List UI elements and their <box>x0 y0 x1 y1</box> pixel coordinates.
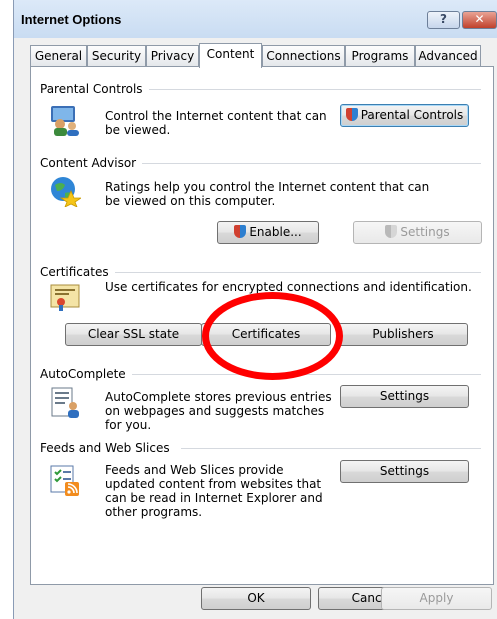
ok-button[interactable]: OK <box>201 587 311 610</box>
group-divider <box>129 374 481 375</box>
feeds-description: Feeds and Web Slices provide updated con… <box>105 463 323 519</box>
tab-security[interactable]: Security <box>87 45 146 67</box>
tab-general[interactable]: General <box>30 45 87 67</box>
uac-shield-icon <box>385 225 398 238</box>
globe-star-icon <box>51 177 81 207</box>
help-button[interactable]: ? <box>427 11 460 29</box>
internet-options-window: Internet Options ? ✕ General Security Pr… <box>13 0 497 619</box>
tab-content[interactable]: Content <box>199 43 262 68</box>
group-divider <box>143 89 481 90</box>
content-advisor-description: Ratings help you control the Internet co… <box>105 180 430 208</box>
feeds-settings-button[interactable]: Settings <box>340 460 469 483</box>
feeds-heading: Feeds and Web Slices <box>40 441 176 455</box>
title-bar: Internet Options ? ✕ <box>14 0 497 38</box>
uac-shield-icon <box>234 225 247 238</box>
parental-controls-heading: Parental Controls <box>40 82 149 96</box>
tab-programs[interactable]: Programs <box>345 45 415 67</box>
tab-advanced[interactable]: Advanced <box>415 45 481 67</box>
parental-controls-button-label: Parental Controls <box>360 108 464 122</box>
tab-privacy[interactable]: Privacy <box>146 45 199 67</box>
content-tab-panel: Parental Controls Control the Internet c… <box>30 66 494 585</box>
apply-button[interactable]: Apply <box>381 587 492 610</box>
feeds-icon <box>50 465 79 496</box>
uac-shield-icon <box>345 108 358 121</box>
enable-button[interactable]: Enable... <box>217 221 319 244</box>
group-divider <box>137 163 481 164</box>
group-divider <box>115 272 481 273</box>
content-advisor-settings-label: Settings <box>400 225 450 239</box>
content-advisor-settings-button[interactable]: Settings <box>353 221 482 244</box>
autocomplete-description: AutoComplete stores previous entries on … <box>105 390 332 432</box>
parental-controls-button[interactable]: Parental Controls <box>340 104 469 127</box>
publishers-button[interactable]: Publishers <box>338 323 468 346</box>
close-button[interactable]: ✕ <box>462 11 497 29</box>
clear-ssl-state-button[interactable]: Clear SSL state <box>65 323 202 346</box>
certificates-description: Use certificates for encrypted connectio… <box>105 280 472 294</box>
autocomplete-form-icon <box>51 387 79 418</box>
certificate-icon <box>50 284 80 311</box>
autocomplete-settings-button[interactable]: Settings <box>340 385 469 408</box>
tab-connections[interactable]: Connections <box>262 45 345 67</box>
window-title: Internet Options <box>21 12 122 27</box>
enable-button-label: Enable... <box>249 225 302 239</box>
content-advisor-heading: Content Advisor <box>40 156 143 170</box>
certificates-button[interactable]: Certificates <box>201 323 331 346</box>
parental-controls-icon <box>51 106 79 136</box>
group-divider <box>181 448 481 449</box>
autocomplete-heading: AutoComplete <box>40 367 132 381</box>
certificates-heading: Certificates <box>40 265 115 279</box>
parental-controls-description: Control the Internet content that can be… <box>105 109 327 137</box>
